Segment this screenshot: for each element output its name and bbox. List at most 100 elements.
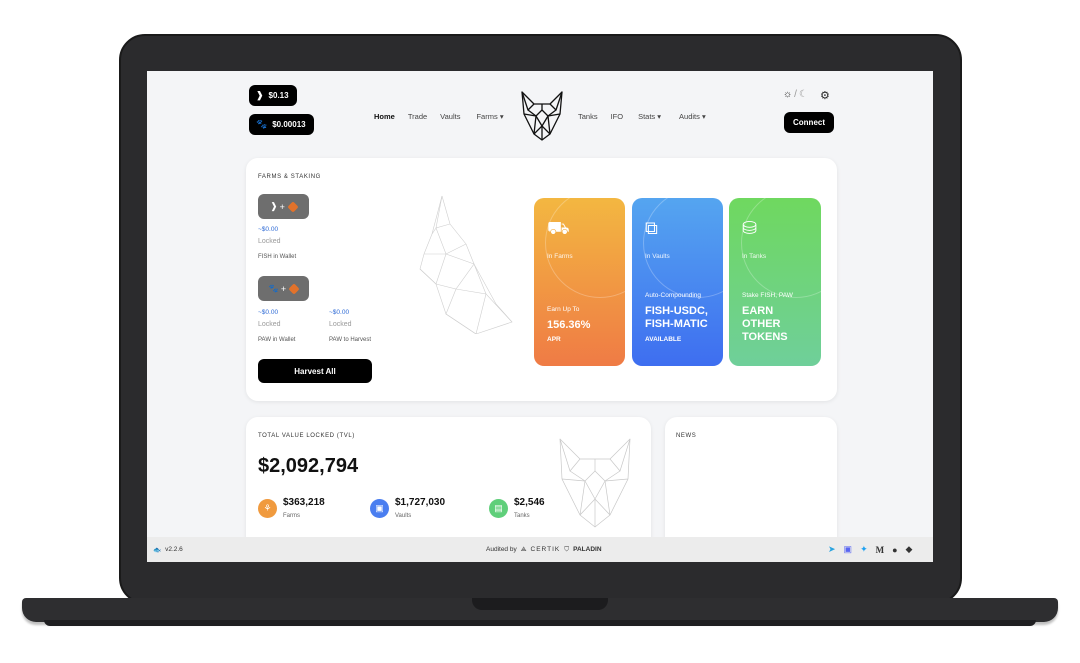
paw-icon: 🐾 — [256, 119, 268, 129]
theme-separator: / — [794, 89, 797, 100]
tanks-promo-line2: OTHER — [742, 318, 781, 330]
vaults-stat-icon: ▣ — [370, 499, 389, 518]
farms-promo-sub: In Farms — [547, 253, 573, 260]
nav-home[interactable]: Home — [374, 112, 395, 121]
tanks-promo-line3: TOKENS — [742, 331, 788, 343]
farms-staking-card: FARMS & STAKING ❱ + ~$0.00 Locked FISH in… — [246, 158, 837, 401]
tanks-stat-value: $2,546 — [514, 497, 545, 508]
tanks-stat-icon: ▤ — [489, 499, 508, 518]
wireframe-cat-illustration — [419, 195, 513, 334]
vaults-promo-available: AVAILABLE — [645, 336, 682, 343]
footer-bar: 🐟 v2.2.6 Audited by ⟁ CERTIK ⛉ PALADIN ➤… — [147, 537, 933, 562]
version-label: v2.2.6 — [165, 546, 183, 553]
moon-icon[interactable]: ☾ — [799, 89, 808, 100]
tanks-promo-sub: In Tanks — [742, 253, 767, 260]
tanks-stat-label: Tanks — [514, 513, 530, 519]
fox-icon — [288, 282, 300, 295]
harvest-all-button[interactable]: Harvest All — [258, 359, 372, 383]
nav-vaults[interactable]: Vaults — [440, 112, 460, 121]
laptop-notch — [472, 598, 608, 610]
paw-icon: 🐾 — [268, 284, 279, 293]
fish-wallet-label: FISH in Wallet — [258, 254, 297, 260]
vaults-promo-small: Auto-Compounding — [645, 292, 702, 299]
certik-label[interactable]: CERTIK — [531, 546, 561, 553]
paw-wallet-label: PAW in Wallet — [258, 337, 296, 343]
farms-stat-value: $363,218 — [283, 497, 325, 508]
medium-icon[interactable]: M — [876, 545, 885, 555]
vaults-promo-sub: In Vaults — [645, 253, 670, 260]
tanks-promo-small: Stake FISH, PAW — [742, 292, 793, 299]
github-icon[interactable]: ● — [892, 545, 897, 555]
vaults-promo-card[interactable]: ⧉ In Vaults Auto-Compounding FISH-USDC, … — [632, 198, 723, 366]
audited-by-label: Audited by — [486, 546, 517, 553]
telegram-icon[interactable]: ➤ — [828, 544, 836, 555]
farms-promo-small: Earn Up To — [547, 306, 580, 313]
paw-price-badge[interactable]: 🐾 $0.00013 — [249, 114, 314, 135]
harvest-value: ~$0.00 — [329, 309, 350, 316]
fish-icon: ❱ — [270, 201, 278, 211]
nav-farms-label: Farms — [476, 112, 498, 121]
sun-icon[interactable]: ☼ — [783, 89, 792, 100]
connect-button[interactable]: Connect — [784, 112, 834, 133]
app-screen: ❱ $0.13 🐾 $0.00013 Home Trade Vaults Far… — [147, 71, 933, 562]
vaults-stat-label: Vaults — [395, 513, 412, 519]
paw-price: $0.00013 — [272, 120, 306, 129]
nav-right: Tanks IFO Stats ▾ Audits ▾ — [578, 112, 706, 121]
gear-icon[interactable]: ⚙ — [820, 89, 830, 102]
nav-audits[interactable]: Audits ▾ — [679, 112, 706, 121]
version-info: 🐟 v2.2.6 — [153, 546, 183, 554]
harvest-label: PAW to Harvest — [329, 337, 372, 343]
tvl-card: TOTAL VALUE LOCKED (TVL) $2,092,794 ⚘ $3… — [246, 417, 651, 557]
globe-decoration — [545, 198, 625, 298]
paladin-logo-icon[interactable]: ⛉ — [564, 546, 569, 554]
nav-audits-label: Audits — [679, 112, 700, 121]
nav-ifo[interactable]: IFO — [611, 112, 624, 121]
farms-title: FARMS & STAKING — [258, 174, 321, 180]
tractor-icon: ⛟ — [547, 218, 570, 238]
vault-icon: ⧉ — [645, 218, 658, 238]
cat-logo-icon[interactable] — [520, 90, 564, 142]
fish-price: $0.13 — [268, 91, 289, 100]
social-links: ➤ ▣ ✦ M ● ◆ — [828, 544, 912, 555]
chevron-down-icon: ▾ — [657, 112, 662, 121]
wireframe-cat-head-illustration — [559, 438, 631, 528]
tanks-promo-card[interactable]: ⛁ In Tanks Stake FISH, PAW EARN OTHER TO… — [729, 198, 821, 366]
farms-stat-label: Farms — [283, 513, 300, 519]
vaults-promo-line1: FISH-USDC, — [645, 305, 708, 317]
discord-icon[interactable]: ▣ — [844, 544, 853, 555]
plus-sign: + — [279, 201, 285, 212]
nav-tanks[interactable]: Tanks — [578, 112, 598, 121]
fish-icon: ❱ — [256, 90, 264, 100]
fish-value: ~$0.00 — [258, 226, 279, 233]
tvl-title: TOTAL VALUE LOCKED (TVL) — [258, 433, 355, 439]
nav-stats-label: Stats — [638, 112, 656, 121]
fox-icon — [287, 200, 299, 213]
laptop-foot — [44, 620, 1036, 626]
news-title: NEWS — [676, 433, 697, 439]
farms-stat-icon: ⚘ — [258, 499, 277, 518]
nav-farms[interactable]: Farms ▾ — [476, 112, 503, 121]
news-card: NEWS — [665, 417, 837, 557]
twitter-icon[interactable]: ✦ — [860, 544, 868, 555]
fish-price-badge[interactable]: ❱ $0.13 — [249, 85, 297, 106]
paw-token-pair: 🐾 + — [258, 276, 309, 301]
tank-icon: ⛁ — [742, 218, 758, 238]
paw-locked: Locked — [258, 321, 281, 328]
nav-stats[interactable]: Stats ▾ — [638, 112, 661, 121]
vaults-stat-value: $1,727,030 — [395, 497, 446, 508]
farms-promo-apr: 156.36% — [547, 319, 591, 331]
globe-decoration — [643, 198, 723, 298]
farms-promo-card[interactable]: ⛟ In Farms Earn Up To 156.36% APR — [534, 198, 625, 366]
certik-logo-icon[interactable]: ⟁ — [521, 546, 527, 554]
chevron-down-icon: ▾ — [499, 112, 504, 121]
tanks-promo-line1: EARN — [742, 305, 774, 317]
farms-promo-apr-label: APR — [547, 336, 561, 343]
theme-toggle[interactable]: ☼ / ☾ — [783, 89, 808, 100]
paladin-label[interactable]: PALADIN — [573, 546, 601, 553]
nav-trade[interactable]: Trade — [408, 112, 427, 121]
plus-sign: + — [280, 283, 287, 294]
fish-token-pair: ❱ + — [258, 194, 309, 219]
docs-icon[interactable]: ◆ — [906, 544, 913, 555]
fish-locked: Locked — [258, 238, 281, 245]
globe-decoration — [741, 198, 821, 298]
